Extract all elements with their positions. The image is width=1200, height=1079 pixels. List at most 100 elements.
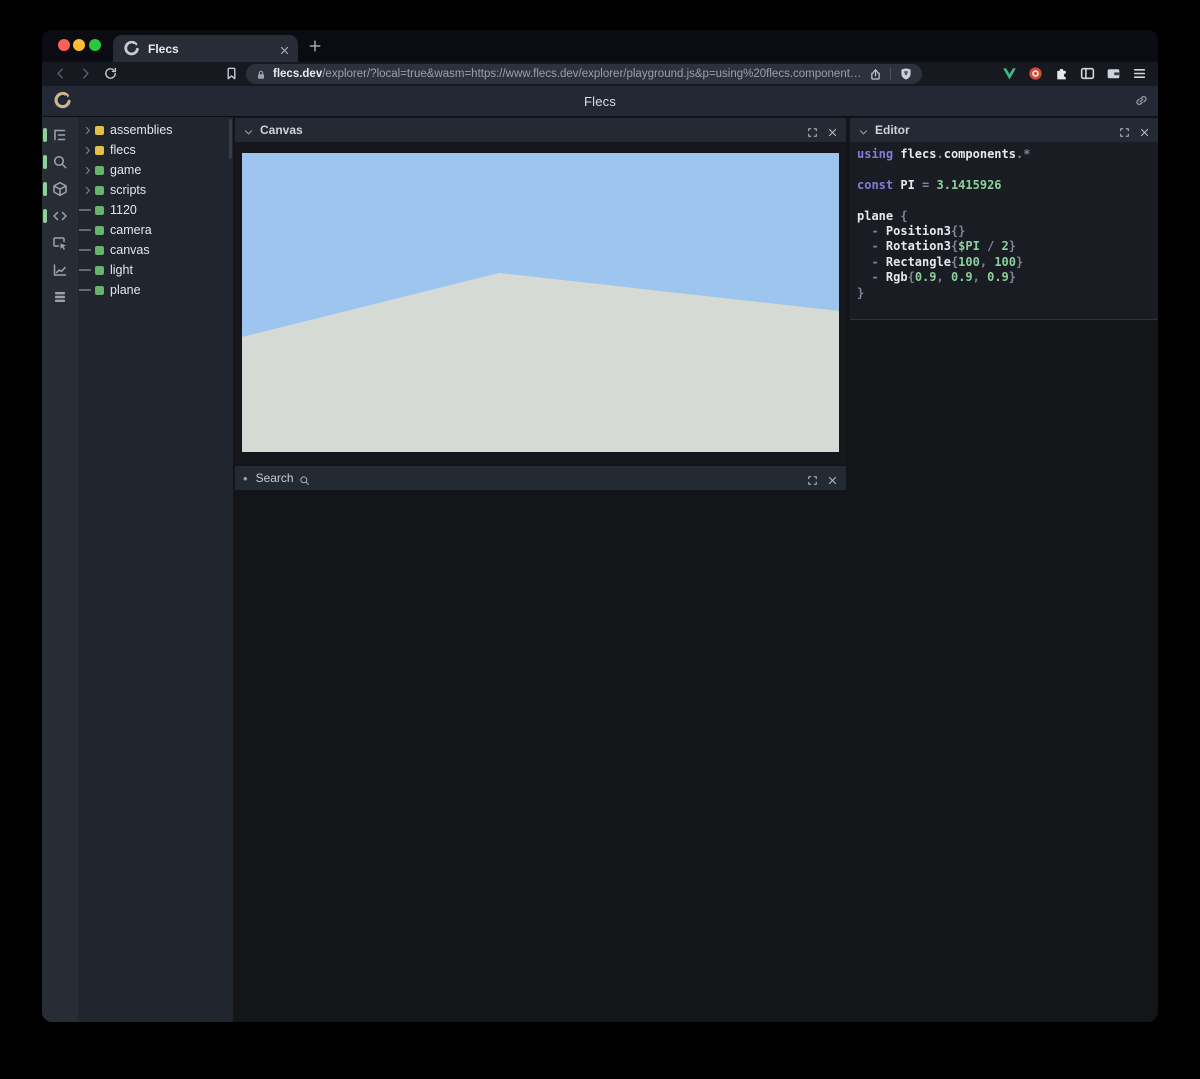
fullscreen-icon[interactable] [807, 473, 818, 484]
chart-icon [52, 262, 68, 278]
canvas-panel-header: Canvas [235, 118, 846, 142]
entity-tree-panel: assemblies flecs game scripts 1120camera canv… [78, 117, 233, 1022]
entity-color-square [95, 146, 104, 155]
vue-devtools-icon[interactable] [1001, 65, 1018, 82]
url-divider [890, 68, 891, 80]
leaf-dash-icon [80, 263, 93, 277]
app-header: Flecs [42, 86, 1158, 117]
active-indicator [43, 128, 47, 142]
entity-color-square [95, 166, 104, 175]
active-indicator [43, 155, 47, 169]
puzzle-icon[interactable] [1053, 65, 1070, 82]
tree-item-1120[interactable]: 1120 [78, 200, 233, 220]
entity-color-square [95, 266, 104, 275]
forward-button[interactable] [78, 66, 93, 81]
traffic-minimize-button[interactable] [73, 39, 85, 51]
3d-viewport[interactable] [242, 153, 839, 452]
page-title: Flecs [42, 94, 1158, 109]
code-icon [52, 208, 68, 224]
close-icon[interactable] [827, 125, 838, 136]
tree-item-plane[interactable]: plane [78, 280, 233, 300]
hierarchy-icon [52, 127, 68, 143]
entity-color-square [95, 206, 104, 215]
editor-panel-header: Editor [850, 118, 1158, 142]
search-icon [299, 473, 310, 484]
tree-item-game[interactable]: game [78, 160, 233, 180]
active-indicator [43, 209, 47, 223]
lock-icon [255, 68, 267, 80]
leaf-dash-icon [80, 283, 93, 297]
wallet-icon[interactable] [1105, 65, 1122, 82]
sidebar-button-search[interactable] [42, 148, 78, 175]
inspector-icon [52, 235, 68, 251]
reload-button[interactable] [103, 66, 118, 81]
sidebar-toggle-icon[interactable] [1079, 65, 1096, 82]
sidebar-button-rows[interactable] [42, 283, 78, 310]
tab-title: Flecs [148, 42, 279, 56]
expand-chevron-icon[interactable] [80, 123, 93, 137]
canvas-panel-title: Canvas [260, 123, 303, 137]
brave-shield-icon[interactable] [899, 67, 913, 81]
fullscreen-icon[interactable] [1119, 125, 1130, 136]
tree-item-flecs[interactable]: flecs [78, 140, 233, 160]
tree-item-label: assemblies [110, 123, 173, 137]
search-panel-header[interactable]: • Search [235, 466, 846, 490]
search-icon [52, 154, 68, 170]
search-input[interactable]: Search [256, 471, 294, 485]
browser-window: Flecs flecs.dev /explorer/?local=true&wa… [42, 30, 1158, 1022]
sidebar-button-cube[interactable] [42, 175, 78, 202]
close-icon[interactable] [827, 473, 838, 484]
browser-toolbar: flecs.dev /explorer/?local=true&wasm=htt… [42, 62, 1158, 86]
sidebar-button-chart[interactable] [42, 256, 78, 283]
tree-item-label: canvas [110, 243, 150, 257]
expand-chevron-icon[interactable] [80, 183, 93, 197]
new-tab-button[interactable] [308, 39, 322, 53]
tree-item-label: game [110, 163, 141, 177]
tree-scrollbar[interactable] [229, 119, 232, 159]
url-path: /explorer/?local=true&wasm=https://www.f… [322, 68, 863, 80]
expand-chevron-icon[interactable] [80, 163, 93, 177]
tree-item-label: flecs [110, 143, 136, 157]
url-bar[interactable]: flecs.dev /explorer/?local=true&wasm=htt… [246, 64, 922, 84]
leaf-dash-icon [80, 223, 93, 237]
tree-item-camera[interactable]: camera [78, 220, 233, 240]
flecs-logo-icon [123, 40, 140, 57]
back-button[interactable] [53, 66, 68, 81]
leaf-dash-icon [80, 243, 93, 257]
close-icon[interactable] [1139, 125, 1150, 136]
share-icon[interactable] [869, 68, 882, 81]
traffic-zoom-button[interactable] [89, 39, 101, 51]
canvas-panel-body [235, 142, 846, 464]
entity-color-square [95, 286, 104, 295]
tree-item-label: scripts [110, 183, 146, 197]
chevron-down-icon[interactable] [243, 125, 254, 136]
traffic-close-button[interactable] [58, 39, 70, 51]
code-content[interactable]: using flecs.components.* const PI = 3.14… [857, 147, 1151, 301]
sidebar-button-hierarchy[interactable] [42, 121, 78, 148]
tab-close-icon[interactable] [279, 43, 290, 54]
editor-panel-title: Editor [875, 123, 910, 137]
entity-color-square [95, 126, 104, 135]
sidebar-button-inspector[interactable] [42, 229, 78, 256]
sidebar-icon-rail [42, 117, 78, 1022]
leaf-dash-icon [80, 203, 93, 217]
tree-item-scripts[interactable]: scripts [78, 180, 233, 200]
entity-color-square [95, 186, 104, 195]
tree-item-canvas[interactable]: canvas [78, 240, 233, 260]
rows-icon [52, 289, 68, 305]
chevron-down-icon[interactable] [858, 125, 869, 136]
bullet-icon: • [243, 471, 248, 486]
expand-chevron-icon[interactable] [80, 143, 93, 157]
extension-icons [1001, 65, 1148, 82]
sidebar-button-code[interactable] [42, 202, 78, 229]
extension-red-icon[interactable] [1027, 65, 1044, 82]
browser-tab[interactable]: Flecs [113, 35, 298, 62]
code-editor[interactable]: using flecs.components.* const PI = 3.14… [850, 142, 1158, 320]
menu-icon[interactable] [1131, 65, 1148, 82]
tree-item-assemblies[interactable]: assemblies [78, 120, 233, 140]
fullscreen-icon[interactable] [807, 125, 818, 136]
link-icon[interactable] [1134, 93, 1149, 108]
tree-item-label: plane [110, 283, 141, 297]
tree-item-light[interactable]: light [78, 260, 233, 280]
bookmark-icon[interactable] [224, 66, 239, 81]
